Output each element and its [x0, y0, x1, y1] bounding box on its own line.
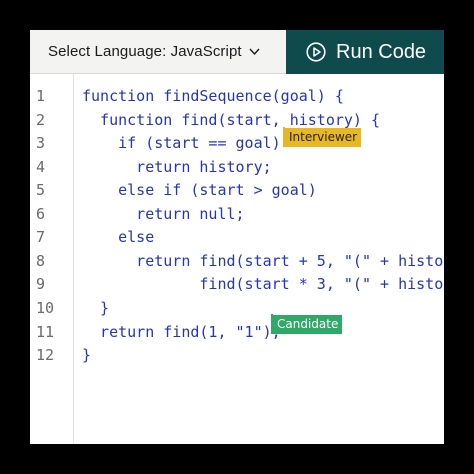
code-editor-window: Select Language: JavaScript Run Code 1 2…: [30, 30, 444, 444]
line-number: 2: [36, 111, 46, 129]
language-select[interactable]: Select Language: JavaScript: [30, 30, 286, 74]
code-line[interactable]: return find(1, "1");: [82, 323, 281, 341]
interviewer-cursor-label: Interviewer: [285, 128, 362, 147]
code-line[interactable]: return history;: [82, 158, 271, 176]
line-number: 4: [36, 158, 46, 176]
line-number-gutter: 1 2 3 4 5 6 7 8 9 10 11 12: [30, 74, 74, 444]
code-line[interactable]: if (start == goal): [82, 134, 281, 152]
line-number: 10: [36, 299, 55, 317]
line-number: 6: [36, 205, 46, 223]
code-line[interactable]: function findSequence(goal) {: [82, 87, 344, 105]
code-line[interactable]: find(start * 3, "(" + histo: [82, 275, 443, 293]
line-number: 9: [36, 275, 46, 293]
code-line[interactable]: }: [82, 346, 91, 364]
run-code-button[interactable]: Run Code: [286, 30, 444, 74]
line-number: 12: [36, 346, 55, 364]
editor-toolbar: Select Language: JavaScript Run Code: [30, 30, 444, 74]
run-code-label: Run Code: [336, 40, 427, 63]
play-circle-icon: [306, 42, 326, 62]
candidate-cursor-label: Candidate: [273, 315, 343, 334]
code-line[interactable]: function find(start, history) {: [82, 111, 380, 129]
code-line[interactable]: }: [82, 299, 109, 317]
code-line[interactable]: return find(start + 5, "(" + histo: [82, 252, 443, 270]
code-line[interactable]: return null;: [82, 205, 244, 223]
language-select-label: Select Language: JavaScript: [48, 43, 242, 60]
line-number: 1: [36, 87, 46, 105]
code-line[interactable]: else if (start > goal): [82, 181, 317, 199]
code-line[interactable]: else: [82, 228, 154, 246]
code-area[interactable]: function findSequence(goal) { function f…: [82, 74, 444, 444]
line-number: 5: [36, 181, 46, 199]
line-number: 3: [36, 134, 46, 152]
line-number: 7: [36, 228, 46, 246]
line-number: 8: [36, 252, 46, 270]
line-number: 11: [36, 323, 55, 341]
chevron-down-icon: [249, 48, 260, 56]
